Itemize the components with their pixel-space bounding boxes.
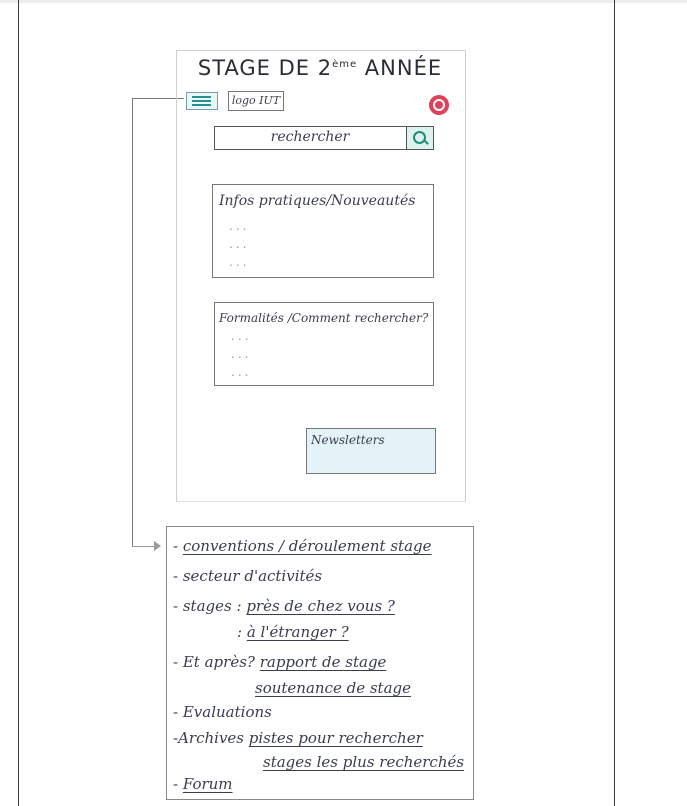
page-border-right	[614, 0, 615, 806]
page-border-left	[18, 0, 19, 806]
info-block-dots: ...	[229, 237, 250, 251]
search-bar[interactable]: rechercher	[214, 126, 434, 150]
logo: logo IUT	[228, 91, 284, 111]
hamburger-menu-icon[interactable]	[186, 92, 218, 110]
menu-item-stages-etranger[interactable]: : à l'étranger ?	[237, 623, 349, 641]
menu-item-conventions[interactable]: - conventions / déroulement stage	[173, 537, 432, 555]
search-icon[interactable]	[406, 127, 433, 149]
newsletter-button[interactable]: Newsletters	[306, 428, 436, 474]
page-title: STAGE DE 2ème ANNÉE	[197, 56, 443, 80]
lifebuoy-icon[interactable]	[429, 95, 449, 115]
newsletter-label: Newsletters	[311, 433, 385, 447]
connector-line	[132, 98, 133, 546]
menu-item-evaluations[interactable]: - Evaluations	[173, 703, 272, 721]
menu-item-stages-recherches[interactable]: stages les plus recherchés	[263, 753, 464, 771]
forms-block[interactable]: Formalités /Comment rechercher? ... ... …	[214, 302, 434, 386]
menu-item-rapport[interactable]: - Et après? rapport de stage	[173, 653, 386, 671]
top-bar	[0, 0, 687, 3]
menu-item-forum[interactable]: - Forum	[173, 775, 233, 793]
info-block-dots: ...	[229, 255, 250, 269]
menu-item-secteur[interactable]: - secteur d'activités	[173, 567, 322, 585]
info-block[interactable]: Infos pratiques/Nouveautés ... ... ...	[212, 184, 434, 278]
menu-item-soutenance[interactable]: soutenance de stage	[255, 679, 411, 697]
menu-item-archives[interactable]: -Archives pistes pour rechercher	[173, 729, 423, 747]
forms-block-label: Formalités /Comment rechercher?	[219, 311, 429, 325]
connector-arrow-icon	[154, 541, 161, 551]
menu-panel: - conventions / déroulement stage - sect…	[166, 526, 474, 800]
forms-block-dots: ...	[231, 365, 252, 379]
info-block-dots: ...	[229, 219, 250, 233]
search-input[interactable]: rechercher	[215, 129, 405, 145]
info-block-label: Infos pratiques/Nouveautés	[219, 193, 416, 209]
forms-block-dots: ...	[231, 347, 252, 361]
menu-item-stages-pres[interactable]: - stages : près de chez vous ?	[173, 597, 395, 615]
forms-block-dots: ...	[231, 329, 252, 343]
